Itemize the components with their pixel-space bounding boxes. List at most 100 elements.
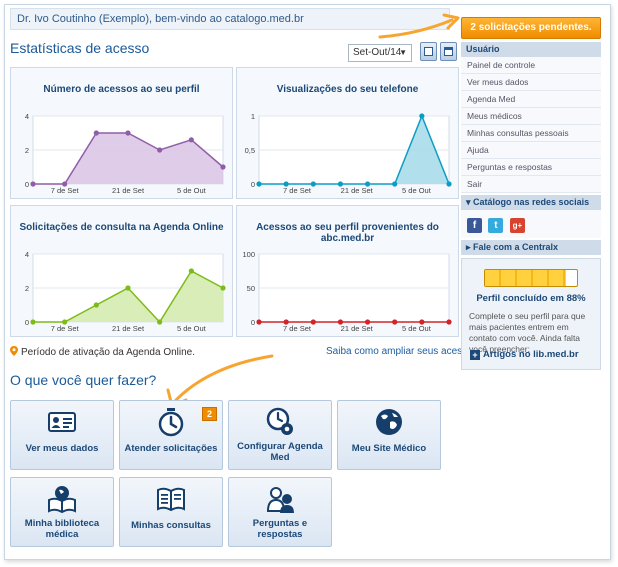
x-tick-label: 21 de Set [112, 324, 145, 333]
x-tick-label: 21 de Set [341, 324, 374, 333]
chart-panel-profile-access: Número de acessos ao seu perfil 4207 de … [10, 67, 233, 199]
sidebar-item-personal-appointments[interactable]: Minhas consultas pessoais [461, 125, 601, 142]
tile-label: Meu Site Médico [351, 443, 427, 454]
timer-icon [158, 408, 184, 437]
x-tick-label: 21 de Set [112, 186, 145, 195]
x-tick-label: 7 de Set [283, 324, 312, 333]
sidebar-item-my-data[interactable]: Ver meus dados [461, 74, 601, 91]
sidebar-item-agenda-med[interactable]: Agenda Med [461, 91, 601, 108]
data-point [157, 319, 163, 325]
x-tick-label: 5 de Out [177, 324, 207, 333]
data-point [220, 164, 226, 170]
data-point [392, 319, 398, 325]
y-tick-label: 2 [25, 284, 29, 293]
book-list-icon [157, 487, 185, 512]
tile-label: Atender solicitações [124, 443, 218, 454]
data-point [392, 181, 398, 187]
data-point [125, 285, 131, 291]
calendar-icon [444, 47, 453, 56]
social-row: f t g+ [461, 210, 601, 238]
chart-svg: 4 2 0 7 de Set 21 de Set 5 de Out [25, 112, 226, 195]
data-point [30, 319, 36, 325]
actions-title: O que você quer fazer? [10, 372, 157, 388]
pending-count-badge: 2 [202, 407, 217, 421]
sidebar-item-logout[interactable]: Sair [461, 176, 601, 193]
sidebar-item-help[interactable]: Ajuda [461, 142, 601, 159]
book-globe-icon [48, 486, 76, 514]
tile-my-appointments[interactable]: Minhas consultas [119, 477, 223, 547]
y-tick-label: 0 [251, 180, 255, 189]
sidebar-item-dashboard[interactable]: Painel de controle [461, 57, 601, 74]
tile-label: Perguntas e respostas [252, 518, 308, 540]
data-point [125, 130, 131, 136]
chart-panel-online-requests: Solicitações de consulta na Agenda Onlin… [10, 205, 233, 337]
data-point [283, 181, 289, 187]
x-tick-label: 5 de Out [177, 186, 207, 195]
chart-svg: 4 2 0 7 de Set 21 de Set 5 de Out [25, 250, 226, 333]
people-chat-icon [266, 487, 294, 513]
pending-requests-button[interactable]: 2 solicitações pendentes. [461, 17, 601, 39]
data-point [93, 130, 99, 136]
globe-icon [376, 409, 402, 435]
tile-my-medical-site[interactable]: Meu Site Médico [337, 400, 441, 470]
learn-more-link[interactable]: Saiba como ampliar seus acessos. [326, 346, 481, 357]
data-point [364, 319, 371, 325]
tile-my-medical-library[interactable]: Minha biblioteca médica [10, 477, 114, 547]
x-tick-label: 21 de Set [341, 186, 374, 195]
y-tick-label: 4 [25, 112, 29, 121]
stats-title: Estatísticas de acesso [10, 40, 150, 56]
profile-progress-fill [485, 270, 566, 286]
articles-link[interactable]: + Artigos no lib.med.br [470, 349, 579, 360]
google-plus-icon[interactable]: g+ [509, 218, 525, 233]
profile-completion-box: Perfil concluído em 88% Complete o seu p… [461, 258, 601, 370]
data-point [188, 137, 194, 143]
data-point [283, 319, 289, 325]
x-tick-label: 7 de Set [283, 186, 312, 195]
x-tick-label: 5 de Out [402, 324, 432, 333]
data-point [256, 319, 262, 325]
triangle-right-icon: ▸ [466, 242, 474, 252]
plus-icon: + [470, 350, 480, 360]
data-point [30, 181, 36, 187]
period-select[interactable]: Set-Out/14 ▼ [348, 44, 412, 62]
data-point [419, 113, 425, 119]
data-point [446, 319, 452, 325]
y-tick-label: 100 [242, 250, 255, 259]
x-tick-label: 7 de Set [51, 186, 80, 195]
tile-label: Configurar Agenda Med [237, 441, 323, 463]
facebook-icon[interactable]: f [467, 218, 482, 233]
triangle-down-icon: ▾ [466, 197, 474, 207]
calendar-view-button[interactable] [440, 42, 457, 61]
map-pin-icon [10, 346, 18, 356]
sidebar-section-contact[interactable]: ▸ Fale com a Centralx [461, 240, 601, 255]
twitter-icon[interactable]: t [488, 218, 504, 233]
chart-panel-phone-views: Visualizações do seu telefone 1 0,5 0 7 de … [236, 67, 459, 199]
sidebar-item-my-doctors[interactable]: Meus médicos [461, 108, 601, 125]
data-point [62, 181, 68, 187]
sidebar-item-faq[interactable]: Perguntas e respostas [461, 159, 601, 176]
period-select-value: Set-Out/14 [353, 47, 402, 58]
data-point [220, 285, 226, 291]
data-point [188, 268, 194, 274]
data-point [337, 319, 344, 325]
clock-gear-icon [266, 407, 293, 435]
sidebar: Usuário Painel de controle Ver meus dado… [461, 42, 601, 255]
tile-questions-answers[interactable]: Perguntas e respostas [228, 477, 332, 547]
tile-label: Ver meus dados [25, 443, 99, 454]
chart-view-button[interactable] [420, 42, 437, 61]
data-point [446, 181, 452, 187]
data-point [62, 319, 68, 325]
sidebar-section-social[interactable]: ▾ Catálogo nas redes sociais [461, 195, 601, 210]
arrow-pointer-top-icon [378, 13, 460, 39]
data-point [256, 181, 262, 187]
tile-answer-requests[interactable]: 2 Atender solicitações [119, 400, 223, 470]
data-point [93, 302, 99, 308]
sidebar-section-social-label: Catálogo nas redes sociais [473, 197, 590, 207]
tile-label: Minha biblioteca médica [24, 518, 100, 540]
tile-view-my-data[interactable]: Ver meus dados [10, 400, 114, 470]
data-point [419, 319, 425, 325]
data-point [310, 319, 316, 325]
y-tick-label: 0,5 [245, 146, 255, 155]
x-tick-label: 7 de Set [51, 324, 80, 333]
tile-configure-agenda[interactable]: Configurar Agenda Med [228, 400, 332, 470]
